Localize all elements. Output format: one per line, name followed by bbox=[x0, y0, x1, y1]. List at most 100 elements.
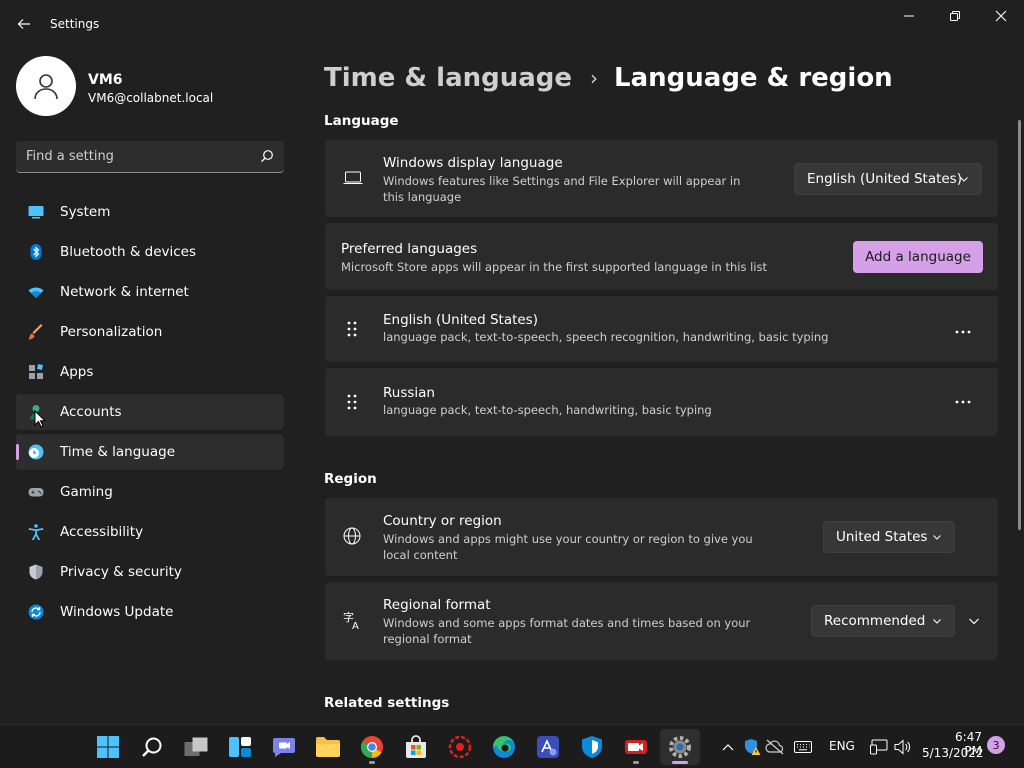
sidebar-item-personalization[interactable]: Personalization bbox=[16, 314, 284, 350]
sidebar-item-accounts[interactable]: Accounts bbox=[16, 394, 284, 430]
tray-security-icon[interactable] bbox=[742, 737, 762, 757]
country-dropdown[interactable]: United States bbox=[823, 521, 955, 553]
back-arrow-icon bbox=[17, 19, 30, 29]
user-profile[interactable]: VM6 VM6@collabnet.local bbox=[16, 56, 286, 118]
edge-button[interactable] bbox=[484, 729, 524, 765]
search-box[interactable] bbox=[16, 141, 284, 173]
drag-handle-icon[interactable] bbox=[345, 394, 359, 410]
back-button[interactable] bbox=[8, 8, 40, 40]
sidebar-item-bluetooth[interactable]: Bluetooth & devices bbox=[16, 234, 284, 270]
brush-icon bbox=[28, 324, 43, 340]
language-format-icon: 字A bbox=[343, 610, 359, 630]
sidebar-item-label: Apps bbox=[60, 364, 94, 380]
language-name: Russian bbox=[383, 385, 435, 401]
section-title-related: Related settings bbox=[324, 695, 450, 711]
chevron-down-icon bbox=[933, 535, 941, 540]
minimize-button[interactable] bbox=[886, 0, 932, 32]
section-title-language: Language bbox=[324, 113, 399, 129]
sidebar-item-label: Accounts bbox=[60, 404, 122, 420]
laptop-icon bbox=[343, 171, 363, 184]
drag-handle-icon[interactable] bbox=[345, 321, 359, 337]
language-item[interactable]: Russian language pack, text-to-speech, h… bbox=[325, 368, 998, 436]
sidebar-item-label: Network & internet bbox=[60, 284, 189, 300]
sidebar-item-network[interactable]: Network & internet bbox=[16, 274, 284, 310]
dropdown-value: Recommended bbox=[824, 613, 926, 629]
shield-icon bbox=[29, 564, 43, 580]
tray-onedrive-icon[interactable] bbox=[765, 737, 785, 757]
notification-badge[interactable]: 3 bbox=[987, 736, 1005, 754]
card-title: Country or region bbox=[383, 513, 502, 529]
mouse-cursor-icon bbox=[34, 410, 46, 428]
card-title: Windows display language bbox=[383, 155, 563, 171]
speaker-icon bbox=[894, 739, 911, 755]
taskbar-search-button[interactable] bbox=[132, 729, 172, 765]
restore-button[interactable] bbox=[932, 0, 978, 32]
sidebar-item-label: Windows Update bbox=[60, 604, 174, 620]
language-item[interactable]: English (United States) language pack, t… bbox=[325, 296, 998, 362]
dropdown-value: English (United States) bbox=[807, 171, 962, 187]
blue-app-button[interactable] bbox=[528, 729, 568, 765]
widgets-button[interactable] bbox=[220, 729, 260, 765]
language-features: language pack, text-to-speech, handwriti… bbox=[383, 403, 712, 417]
chevron-up-icon bbox=[722, 744, 734, 751]
folder-icon bbox=[316, 737, 340, 757]
card-description: Windows features like Settings and File … bbox=[383, 174, 741, 204]
sidebar-item-windows-update[interactable]: Windows Update bbox=[16, 594, 284, 630]
store-button[interactable] bbox=[396, 729, 436, 765]
sidebar-item-apps[interactable]: Apps bbox=[16, 354, 284, 390]
keyboard-icon bbox=[794, 741, 812, 753]
show-hidden-icons-button[interactable] bbox=[718, 737, 738, 757]
settings-taskbar-button[interactable] bbox=[660, 729, 700, 765]
tray-keyboard-icon[interactable] bbox=[793, 737, 813, 757]
tray-volume-icon[interactable] bbox=[893, 737, 913, 757]
defender-shield-icon bbox=[582, 736, 602, 758]
more-options-button[interactable] bbox=[948, 390, 978, 414]
minimize-icon bbox=[904, 15, 914, 17]
sidebar-item-time-language[interactable]: Time & language bbox=[16, 434, 284, 470]
sidebar-item-privacy[interactable]: Privacy & security bbox=[16, 554, 284, 590]
tray-network-icon[interactable] bbox=[869, 737, 889, 757]
regional-format-dropdown[interactable]: Recommended bbox=[811, 605, 955, 637]
country-region-card: Country or region Windows and apps might… bbox=[325, 498, 998, 576]
title-bar: Settings bbox=[0, 0, 1024, 48]
input-language-indicator[interactable]: ENG bbox=[829, 739, 855, 753]
sidebar-item-label: Privacy & security bbox=[60, 564, 182, 580]
task-view-icon bbox=[184, 737, 208, 756]
scrollbar[interactable] bbox=[1018, 120, 1021, 530]
add-language-button[interactable]: Add a language bbox=[853, 241, 983, 273]
breadcrumb-parent[interactable]: Time & language bbox=[324, 63, 572, 93]
camera-app-button[interactable] bbox=[616, 729, 656, 765]
search-input[interactable] bbox=[26, 141, 256, 172]
windows-logo-icon bbox=[97, 736, 119, 758]
accessibility-icon bbox=[28, 524, 44, 540]
close-icon bbox=[995, 10, 1007, 22]
settings-window: Settings VM6 VM6@collabnet.local System bbox=[0, 0, 1024, 724]
task-view-button[interactable] bbox=[176, 729, 216, 765]
sidebar-nav: System Bluetooth & devices Network & int… bbox=[16, 194, 284, 634]
wifi-icon bbox=[28, 287, 44, 298]
chat-button[interactable] bbox=[264, 729, 304, 765]
close-button[interactable] bbox=[978, 0, 1024, 32]
card-description: Microsoft Store apps will appear in the … bbox=[341, 260, 767, 274]
regional-format-card[interactable]: 字A Regional format Windows and some apps… bbox=[325, 582, 998, 660]
sidebar-item-accessibility[interactable]: Accessibility bbox=[16, 514, 284, 550]
defender-button[interactable] bbox=[572, 729, 612, 765]
sidebar-item-gaming[interactable]: Gaming bbox=[16, 474, 284, 510]
red-app-button[interactable] bbox=[440, 729, 480, 765]
cloud-off-icon bbox=[765, 739, 784, 755]
user-name: VM6 bbox=[88, 72, 123, 88]
file-explorer-button[interactable] bbox=[308, 729, 348, 765]
chrome-button[interactable] bbox=[352, 729, 392, 765]
restore-icon bbox=[950, 11, 960, 21]
search-icon[interactable] bbox=[260, 149, 274, 167]
sidebar-item-system[interactable]: System bbox=[16, 194, 284, 230]
start-button[interactable] bbox=[88, 729, 128, 765]
clock-date[interactable]: 5/13/2022 bbox=[922, 746, 984, 760]
person-icon bbox=[34, 74, 58, 100]
expand-chevron-icon[interactable] bbox=[968, 615, 980, 627]
display-language-dropdown[interactable]: English (United States) bbox=[794, 163, 982, 195]
taskbar: ENG 6:47 PM 5/13/2022 3 bbox=[0, 724, 1024, 768]
widgets-icon bbox=[229, 737, 251, 757]
display-language-card: Windows display language Windows feature… bbox=[325, 140, 998, 217]
more-options-button[interactable] bbox=[948, 320, 978, 344]
